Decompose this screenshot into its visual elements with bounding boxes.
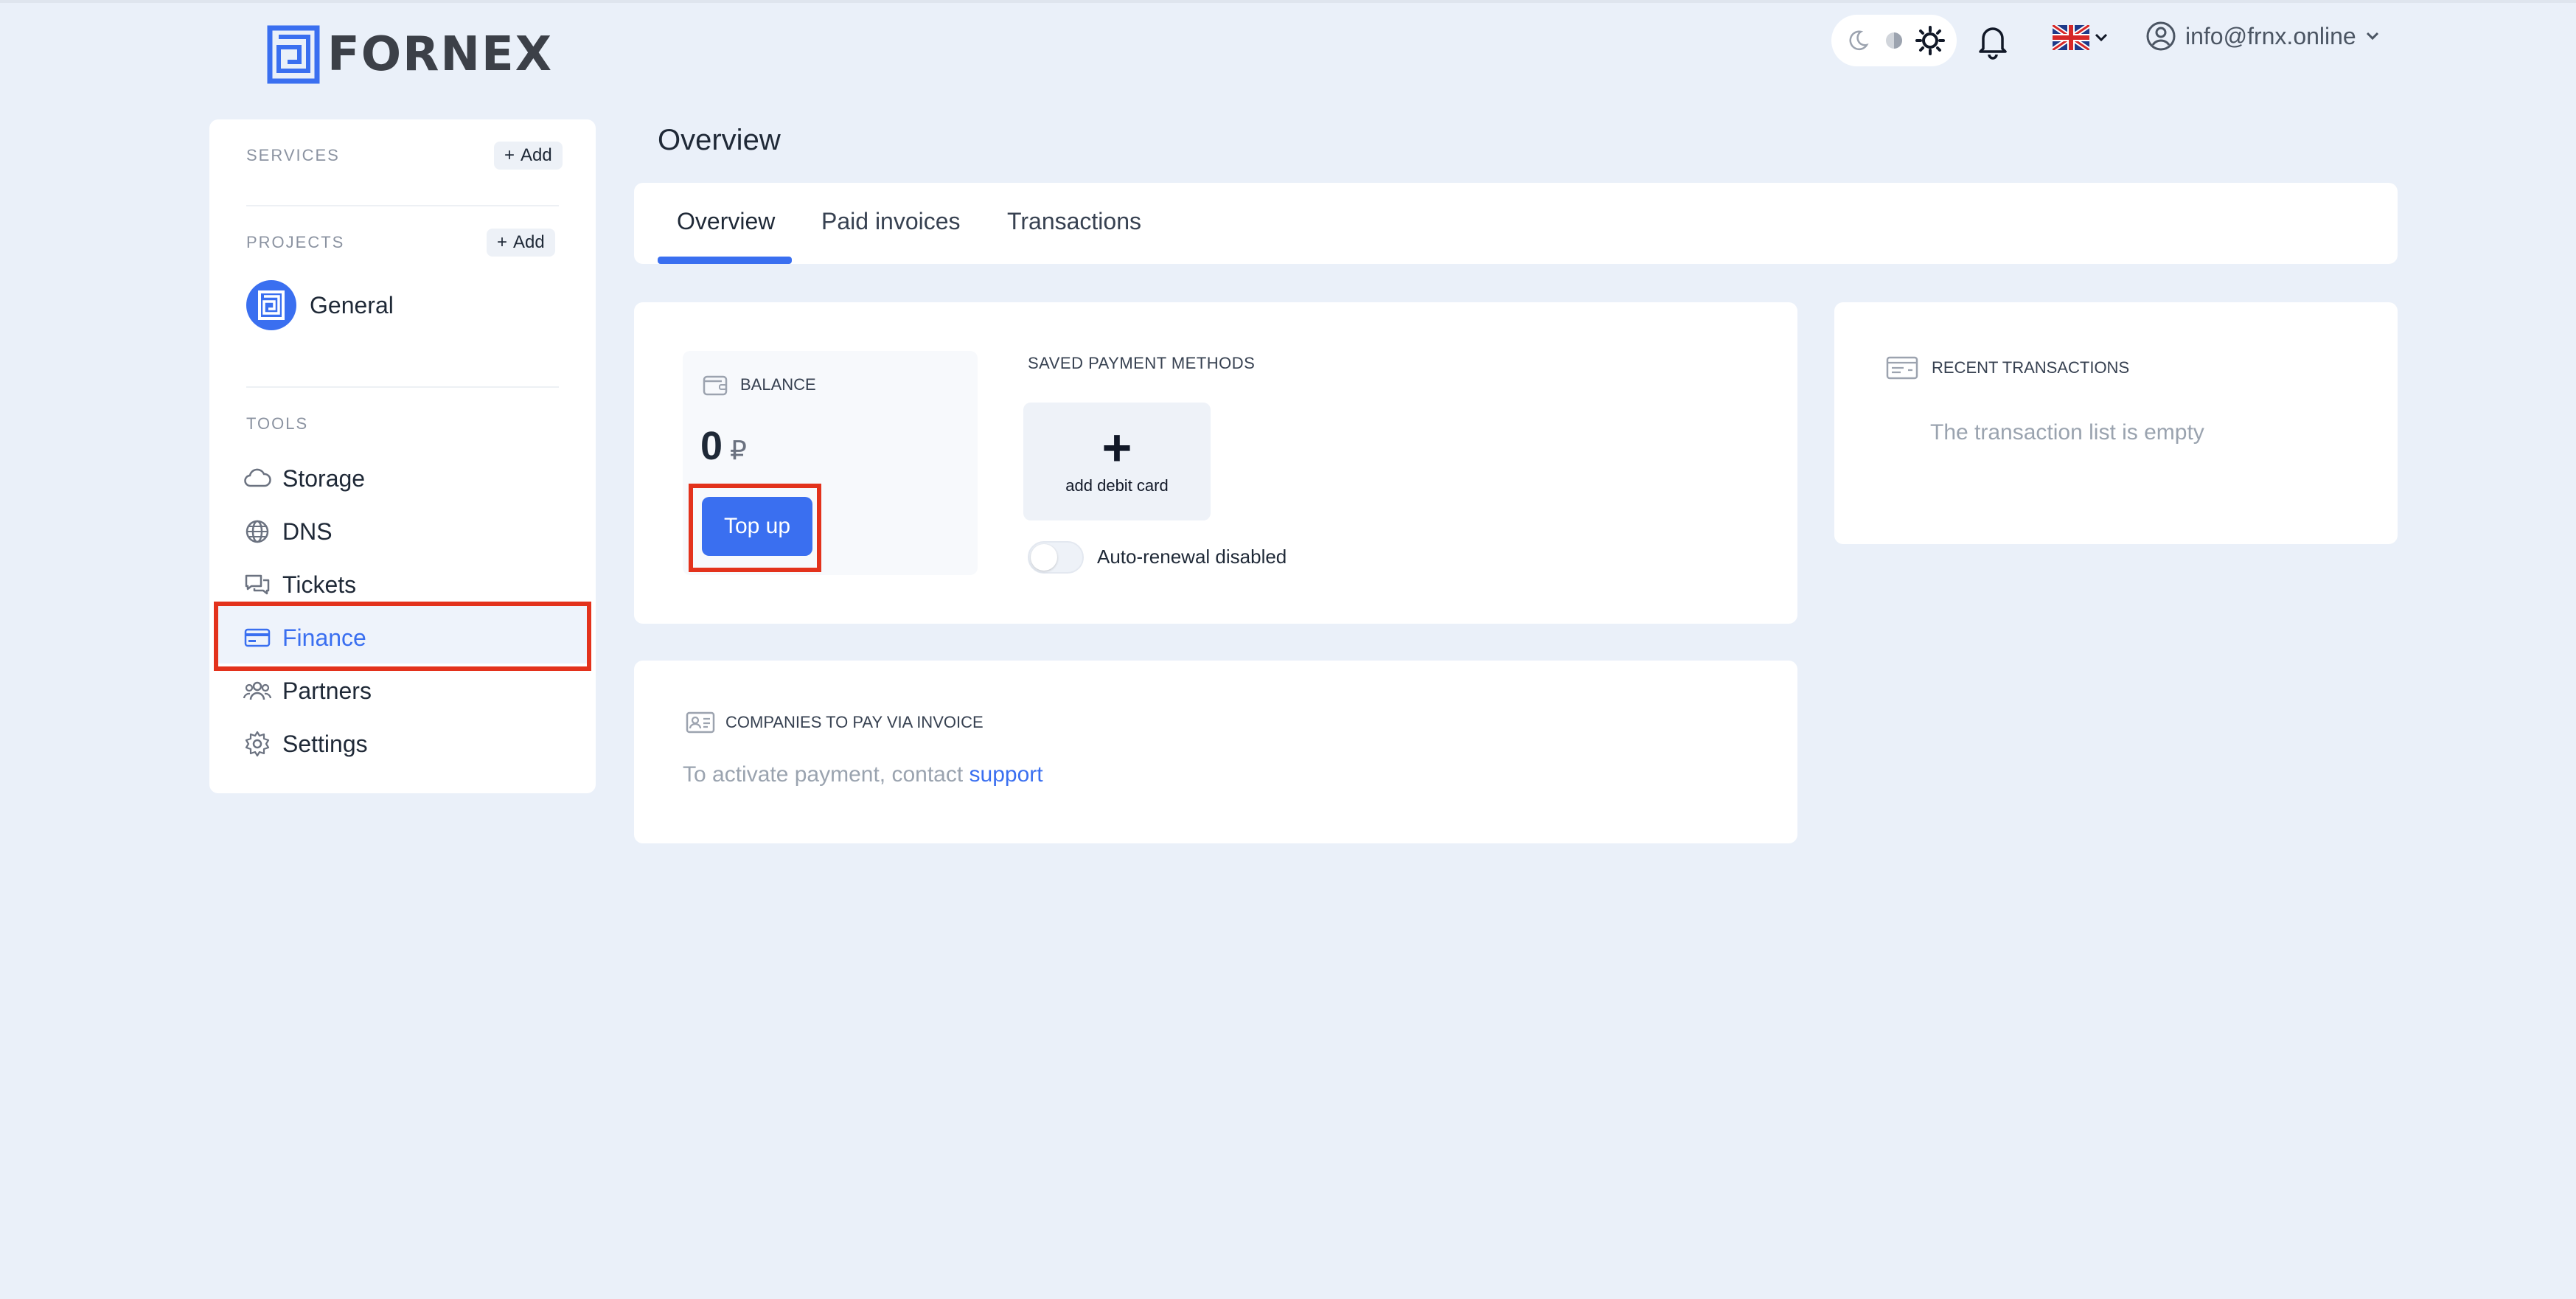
finance-highlight-box <box>214 602 591 671</box>
top-up-highlight-box <box>689 484 821 572</box>
chevron-down-icon <box>2366 32 2378 41</box>
add-debit-card-button[interactable]: + add debit card <box>1023 403 1211 520</box>
support-link[interactable]: support <box>970 762 1043 787</box>
half-icon[interactable] <box>1879 26 1909 55</box>
balance-card: BALANCE 0 ₽ Top up SAVED PAYMENT METHODS… <box>634 302 1797 624</box>
bell-icon[interactable] <box>1973 21 2013 60</box>
invoice-message: To activate payment, contact support <box>683 762 1043 787</box>
add-card-label: add debit card <box>1065 476 1169 495</box>
project-general[interactable]: General <box>246 280 394 330</box>
uk-flag-icon <box>2053 25 2089 50</box>
fornex-logo-icon <box>267 25 320 84</box>
recent-transactions-header: RECENT TRANSACTIONS <box>1886 355 2129 380</box>
plus-icon: + <box>497 232 508 252</box>
transactions-empty-message: The transaction list is empty <box>1930 420 2204 445</box>
invoice-text: To activate payment, contact <box>683 762 964 787</box>
sidebar-item-label: Storage <box>282 464 366 492</box>
toggle-knob <box>1031 544 1057 571</box>
id-card-icon <box>686 711 715 734</box>
invoice-title: COMPANIES TO PAY VIA INVOICE <box>725 713 984 731</box>
chevron-down-icon <box>2095 33 2108 42</box>
account-menu[interactable]: info@frnx.online <box>2145 21 2380 52</box>
sidebar-item-tickets[interactable]: Tickets <box>243 566 356 603</box>
recent-transactions-card: RECENT TRANSACTIONS The transaction list… <box>1834 302 2398 544</box>
cloud-icon <box>244 468 271 487</box>
balance-title: BALANCE <box>740 375 816 394</box>
theme-switch[interactable] <box>1831 15 1957 66</box>
active-tab-indicator <box>658 257 792 264</box>
invoice-header: COMPANIES TO PAY VIA INVOICE <box>686 711 984 734</box>
sun-icon[interactable] <box>1915 26 1945 55</box>
add-service-label: Add <box>521 145 552 165</box>
tab-transactions[interactable]: Transactions <box>1007 208 1141 235</box>
sidebar-item-dns[interactable]: DNS <box>243 513 333 550</box>
top-border <box>0 0 2576 3</box>
add-project-label: Add <box>513 232 545 252</box>
saved-payment-methods-title: SAVED PAYMENT METHODS <box>1028 354 1256 372</box>
project-label: General <box>310 291 394 318</box>
sidebar-item-label: Partners <box>282 677 372 704</box>
project-avatar <box>246 280 296 330</box>
sidebar-item-settings[interactable]: Settings <box>243 725 368 762</box>
sidebar-item-label: Settings <box>282 730 368 757</box>
account-email: info@frnx.online <box>2185 22 2356 49</box>
add-service-button[interactable]: + Add <box>494 142 563 170</box>
chat-icon <box>245 574 270 595</box>
recent-transactions-title: RECENT TRANSACTIONS <box>1932 358 2130 377</box>
user-icon <box>2146 21 2176 51</box>
receipt-icon <box>1886 356 1918 380</box>
brand-name: FORNEX <box>327 27 554 82</box>
invoice-card: COMPANIES TO PAY VIA INVOICE To activate… <box>634 661 1797 843</box>
balance-value: 0 <box>700 424 723 468</box>
tab-bar: Overview Paid invoices Transactions <box>634 183 2398 264</box>
sidebar-item-partners[interactable]: Partners <box>243 672 372 709</box>
wallet-icon <box>703 375 728 396</box>
language-selector[interactable] <box>2053 25 2109 50</box>
auto-renewal-label: Auto-renewal disabled <box>1097 546 1287 568</box>
plus-icon: + <box>504 145 515 165</box>
plus-icon: + <box>1101 419 1132 476</box>
balance-header: BALANCE <box>702 373 816 397</box>
sidebar-item-storage[interactable]: Storage <box>243 460 365 497</box>
sidebar-item-label: DNS <box>282 518 333 545</box>
services-title: SERVICES <box>246 146 340 164</box>
page-title: Overview <box>658 124 781 156</box>
add-project-button[interactable]: + Add <box>487 229 555 257</box>
logo[interactable]: FORNEX <box>267 25 553 84</box>
projects-title: PROJECTS <box>246 233 345 251</box>
divider <box>246 386 559 388</box>
balance-currency: ₽ <box>730 435 747 465</box>
auto-renewal-toggle[interactable] <box>1028 541 1084 574</box>
tab-overview[interactable]: Overview <box>677 208 775 235</box>
gear-icon <box>245 731 270 757</box>
tab-paid-invoices[interactable]: Paid invoices <box>821 208 961 235</box>
divider <box>246 205 559 206</box>
globe-icon <box>246 520 269 543</box>
tools-title: TOOLS <box>246 414 309 433</box>
sidebar: SERVICES + Add PROJECTS + Add General TO… <box>209 119 596 793</box>
sidebar-item-label: Tickets <box>282 571 357 598</box>
moon-icon[interactable] <box>1843 26 1873 55</box>
balance-amount: 0 ₽ <box>700 423 747 469</box>
fornex-logo-icon <box>258 290 285 320</box>
users-icon <box>243 681 272 700</box>
